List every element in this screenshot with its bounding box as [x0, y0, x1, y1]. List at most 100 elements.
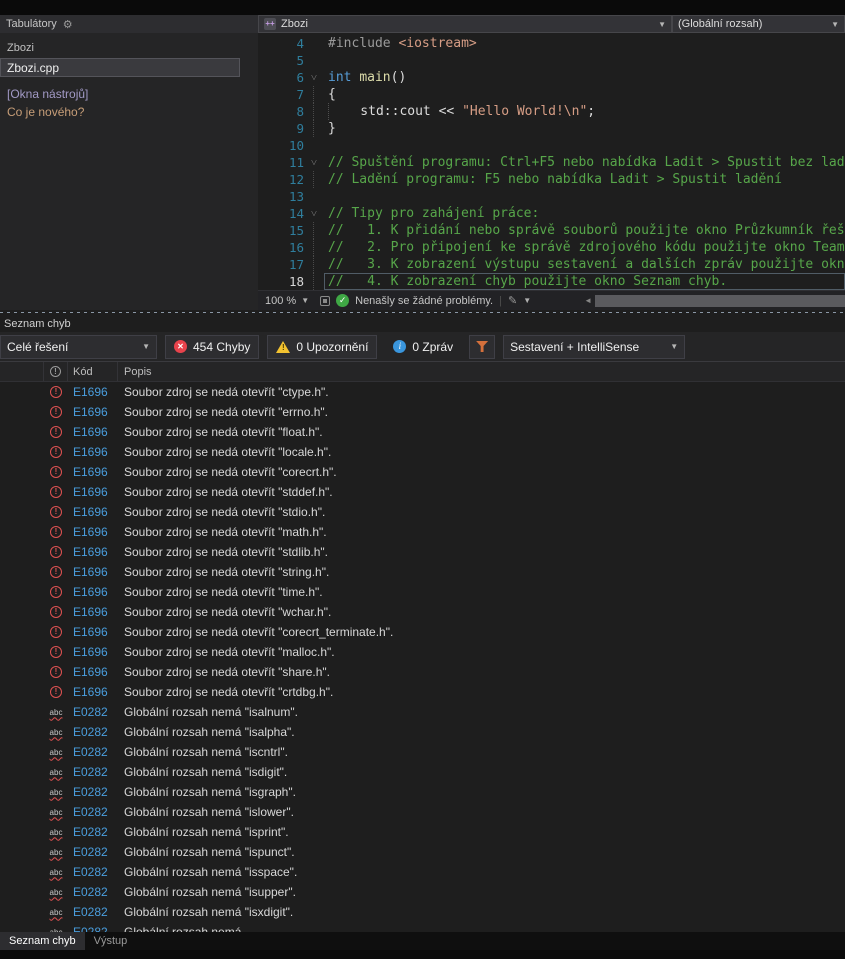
code-line[interactable]: 10 — [258, 137, 845, 154]
code-line[interactable]: 18// 4. K zobrazení chyb použijte okno S… — [258, 273, 845, 290]
tab-output[interactable]: Výstup — [85, 932, 137, 950]
zoom-dropdown[interactable]: 100 % ▼ — [260, 295, 314, 307]
column-severity[interactable]: ! — [44, 362, 68, 381]
error-code-link[interactable]: E0282 — [68, 762, 118, 782]
error-row[interactable]: abcE0282Globální rozsah nemá "isprint". — [0, 822, 845, 842]
column-code[interactable]: Kód — [68, 362, 118, 381]
error-code-link[interactable]: E1696 — [68, 682, 118, 702]
scope-filter-dropdown[interactable]: Celé řešení ▼ — [0, 335, 157, 359]
errors-toggle-button[interactable]: ✕ 454 Chyby — [165, 335, 259, 359]
code-cleanup-icon[interactable]: ✎ — [508, 294, 517, 307]
error-code-link[interactable]: E1696 — [68, 582, 118, 602]
code-line[interactable]: 17// 3. K zobrazení výstupu sestavení a … — [258, 256, 845, 273]
error-code-link[interactable]: E0282 — [68, 842, 118, 862]
error-row[interactable]: abcE0282Globální rozsah nemá "isupper". — [0, 882, 845, 902]
code-line[interactable]: 5 — [258, 52, 845, 69]
code-line[interactable]: 4#include <iostream> — [258, 35, 845, 52]
error-code-link[interactable]: E1696 — [68, 482, 118, 502]
code-line[interactable]: 12// Ladění programu: F5 nebo nabídka La… — [258, 171, 845, 188]
error-row[interactable]: !E1696Soubor zdroj se nedá otevřít "crtd… — [0, 682, 845, 702]
tab-item-selected[interactable]: Zbozi.cpp — [0, 58, 240, 77]
error-row[interactable]: !E1696Soubor zdroj se nedá otevřít "stdi… — [0, 502, 845, 522]
error-code-link[interactable]: E1696 — [68, 662, 118, 682]
fold-chevron-icon[interactable]: ˅ — [304, 69, 324, 86]
filter-button[interactable] — [469, 335, 495, 359]
error-row[interactable]: abcE0282Globální rozsah nemá "isgraph". — [0, 782, 845, 802]
error-row[interactable]: !E1696Soubor zdroj se nedá otevřít "shar… — [0, 662, 845, 682]
error-code-link[interactable]: E1696 — [68, 522, 118, 542]
panel-splitter[interactable] — [0, 310, 845, 315]
error-row[interactable]: !E1696Soubor zdroj se nedá otevřít "errn… — [0, 402, 845, 422]
status-icon[interactable] — [320, 296, 330, 306]
error-code-link[interactable]: E1696 — [68, 542, 118, 562]
error-code-link[interactable]: E0282 — [68, 802, 118, 822]
gear-icon[interactable]: ⚙ — [63, 18, 73, 31]
horizontal-scrollbar[interactable]: ◄ — [584, 295, 845, 307]
error-row[interactable]: !E1696Soubor zdroj se nedá otevřít "floa… — [0, 422, 845, 442]
error-row[interactable]: abcE0282Globální rozsah nemá "islower". — [0, 802, 845, 822]
tab-error-list[interactable]: Seznam chyb — [0, 932, 85, 950]
code-line[interactable]: 6˅int main() — [258, 69, 845, 86]
error-code-link[interactable]: E0282 — [68, 882, 118, 902]
scroll-left-icon[interactable]: ◄ — [584, 296, 592, 305]
error-row[interactable]: !E1696Soubor zdroj se nedá otevřít "stdd… — [0, 482, 845, 502]
scrollbar-thumb[interactable] — [595, 295, 845, 307]
fold-chevron-icon[interactable]: ˅ — [304, 205, 324, 222]
code-line[interactable]: 16// 2. Pro připojení ke správě zdrojové… — [258, 239, 845, 256]
messages-toggle-button[interactable]: i 0 Zpráv — [385, 335, 461, 359]
error-row[interactable]: abcE0282Globální rozsah nemá — [0, 922, 845, 932]
error-code-link[interactable]: E1696 — [68, 402, 118, 422]
code-line[interactable]: 8 std::cout << "Hello World!\n"; — [258, 103, 845, 120]
code-line[interactable]: 14˅// Tipy pro zahájení práce: — [258, 205, 845, 222]
error-row[interactable]: !E1696Soubor zdroj se nedá otevřít "loca… — [0, 442, 845, 462]
error-row[interactable]: abcE0282Globální rozsah nemá "ispunct". — [0, 842, 845, 862]
error-code-link[interactable]: E0282 — [68, 922, 118, 932]
error-row[interactable]: !E1696Soubor zdroj se nedá otevřít "stri… — [0, 562, 845, 582]
error-code-link[interactable]: E0282 — [68, 822, 118, 842]
navbar-file-dropdown[interactable]: ++ Zbozi ▼ — [258, 15, 672, 33]
navbar-scope-dropdown[interactable]: (Globální rozsah) ▼ — [672, 15, 845, 33]
tab-group-tool-windows[interactable]: [Okna nástrojů] — [0, 85, 258, 103]
error-code-link[interactable]: E0282 — [68, 702, 118, 722]
error-code-link[interactable]: E1696 — [68, 622, 118, 642]
scrollbar-track[interactable] — [595, 295, 845, 307]
error-row[interactable]: abcE0282Globální rozsah nemá "isalnum". — [0, 702, 845, 722]
error-row[interactable]: !E1696Soubor zdroj se nedá otevřít "stdl… — [0, 542, 845, 562]
error-code-link[interactable]: E1696 — [68, 442, 118, 462]
error-row[interactable]: abcE0282Globální rozsah nemá "isxdigit". — [0, 902, 845, 922]
error-code-link[interactable]: E0282 — [68, 902, 118, 922]
error-code-link[interactable]: E0282 — [68, 742, 118, 762]
column-blank[interactable] — [0, 362, 44, 381]
code-line[interactable]: 9} — [258, 120, 845, 137]
error-row[interactable]: !E1696Soubor zdroj se nedá otevřít "time… — [0, 582, 845, 602]
error-row[interactable]: abcE0282Globální rozsah nemá "isdigit". — [0, 762, 845, 782]
code-line[interactable]: 15// 1. K přidání nebo správě souborů po… — [258, 222, 845, 239]
error-row[interactable]: !E1696Soubor zdroj se nedá otevřít "core… — [0, 462, 845, 482]
error-code-link[interactable]: E1696 — [68, 422, 118, 442]
error-row[interactable]: abcE0282Globální rozsah nemá "iscntrl". — [0, 742, 845, 762]
chevron-down-icon[interactable]: ▼ — [523, 296, 531, 305]
error-code-link[interactable]: E1696 — [68, 462, 118, 482]
warnings-toggle-button[interactable]: ! 0 Upozornění — [267, 335, 377, 359]
code-line[interactable]: 13 — [258, 188, 845, 205]
source-filter-dropdown[interactable]: Sestavení + IntelliSense ▼ — [503, 335, 685, 359]
error-row[interactable]: !E1696Soubor zdroj se nedá otevřít "wcha… — [0, 602, 845, 622]
error-row[interactable]: abcE0282Globální rozsah nemá "isalpha". — [0, 722, 845, 742]
error-row[interactable]: !E1696Soubor zdroj se nedá otevřít "ctyp… — [0, 382, 845, 402]
code-line[interactable]: 7{ — [258, 86, 845, 103]
error-code-link[interactable]: E0282 — [68, 722, 118, 742]
code-lines[interactable]: 4#include <iostream>56˅int main()7{8 std… — [258, 33, 845, 290]
error-row[interactable]: abcE0282Globální rozsah nemá "isspace". — [0, 862, 845, 882]
error-row[interactable]: !E1696Soubor zdroj se nedá otevřít "core… — [0, 622, 845, 642]
error-code-link[interactable]: E1696 — [68, 382, 118, 402]
error-code-link[interactable]: E0282 — [68, 862, 118, 882]
error-row[interactable]: !E1696Soubor zdroj se nedá otevřít "mall… — [0, 642, 845, 662]
error-list-rows[interactable]: !E1696Soubor zdroj se nedá otevřít "ctyp… — [0, 382, 845, 932]
error-code-link[interactable]: E1696 — [68, 602, 118, 622]
tab-item-whats-new[interactable]: Co je nového? — [0, 103, 258, 121]
error-code-link[interactable]: E1696 — [68, 562, 118, 582]
code-line[interactable]: 11˅// Spuštění programu: Ctrl+F5 nebo na… — [258, 154, 845, 171]
column-description[interactable]: Popis — [118, 362, 845, 381]
error-code-link[interactable]: E1696 — [68, 502, 118, 522]
error-row[interactable]: !E1696Soubor zdroj se nedá otevřít "math… — [0, 522, 845, 542]
